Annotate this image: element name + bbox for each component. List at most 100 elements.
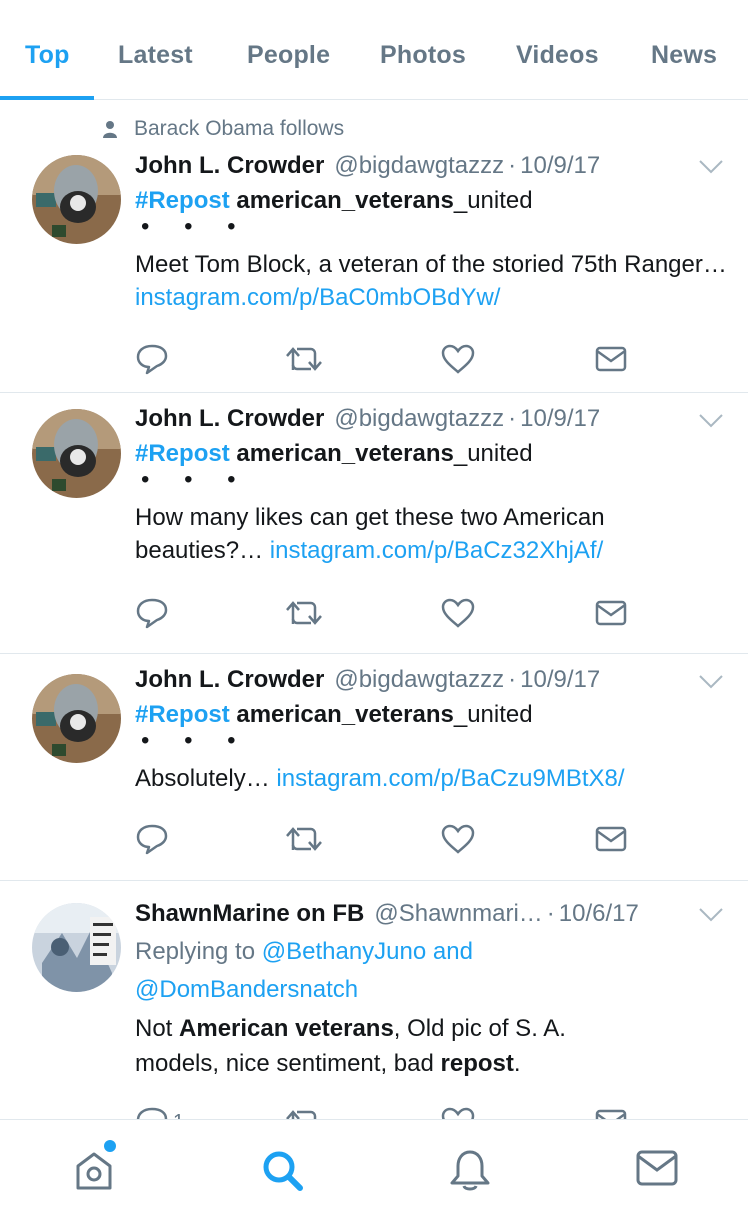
chevron-down-icon[interactable] [698,413,724,429]
retweet-icon [286,347,322,371]
tweet-link[interactable]: instagram.com/p/BaCzu9MBtX8/ [276,765,624,792]
ellipsis-dots: • • • [141,727,250,754]
chevron-down-icon[interactable] [698,674,724,690]
messages-icon [636,1150,678,1186]
messages-tab[interactable] [635,1148,679,1193]
reply-icon [136,598,168,629]
author-name[interactable]: ShawnMarine on FB [135,899,364,929]
tweet-body: How many likes can get these two America… [135,504,605,564]
ellipsis-dots: • • • [141,213,250,240]
envelope-icon [595,346,627,372]
tweet-body: Meet Tom Block, a veteran of the storied… [135,251,727,311]
hashtag-link[interactable]: #Repost [135,440,230,467]
person-icon [103,121,117,138]
envelope-icon [595,600,627,626]
reply-button[interactable] [135,342,169,376]
bell-icon [450,1150,490,1191]
author-handle[interactable]: @bigdawgtazzz [334,665,504,695]
reply-button[interactable] [135,596,169,630]
heart-icon [441,1107,475,1119]
like-button[interactable] [441,822,475,856]
tweet[interactable]: ShawnMarine on FB @Shawnmari… · 10/6/17 … [0,881,748,1119]
bottom-tab-bar [0,1119,748,1218]
tab-photos[interactable]: Photos [380,41,466,70]
dm-button[interactable] [595,342,627,376]
tweet-link[interactable]: instagram.com/p/BaCz32XhjAf/ [270,537,603,564]
notifications-tab[interactable] [448,1148,492,1197]
avatar[interactable] [32,409,121,498]
author-handle[interactable]: @bigdawgtazzz [334,404,504,434]
avatar[interactable] [32,155,121,244]
heart-icon [441,824,475,854]
tweet[interactable]: John L. Crowder @bigdawgtazzz · 10/9/17 … [0,654,748,881]
active-tab-indicator [0,96,94,100]
tab-videos[interactable]: Videos [516,41,599,70]
search-tabs: Top Latest People Photos Videos News [0,0,748,100]
chevron-down-icon[interactable] [698,159,724,175]
tweet-link[interactable]: instagram.com/p/BaC0mbOBdYw/ [135,284,500,311]
avatar[interactable] [32,674,121,763]
author-name[interactable]: John L. Crowder [135,665,324,695]
retweet-icon [286,827,322,851]
tweet-actions [135,822,635,856]
search-icon [263,1151,303,1191]
home-icon [76,1152,112,1190]
reply-button[interactable] [135,822,169,856]
tweet-header: John L. Crowder @bigdawgtazzz · 10/9/17 [135,151,601,181]
author-handle[interactable]: @bigdawgtazzz [334,151,504,181]
mention-link[interactable]: @DomBandersnatch [135,976,358,1003]
tweet-body: Absolutely… instagram.com/p/BaCzu9MBtX8/ [135,765,625,792]
ellipsis-dots: • • • [141,466,250,493]
retweet-button[interactable] [285,822,323,856]
like-button[interactable] [441,342,475,376]
tab-latest[interactable]: Latest [118,41,193,70]
tweet[interactable]: John L. Crowder @bigdawgtazzz · 10/9/17 … [0,393,748,654]
tweet-date[interactable]: 10/6/17 [559,899,639,929]
replying-to: Replying to @BethanyJuno and @DomBanders… [135,938,473,1003]
dm-button[interactable] [595,1105,627,1119]
tweet-date[interactable]: 10/9/17 [520,404,600,434]
retweet-icon [286,601,322,625]
tweet-header: John L. Crowder @bigdawgtazzz · 10/9/17 [135,404,601,434]
retweet-button[interactable] [285,596,323,630]
social-context-text: Barack Obama follows [134,117,345,140]
tweet-header: John L. Crowder @bigdawgtazzz · 10/9/17 [135,665,601,695]
author-handle[interactable]: @Shawnmari… [374,899,542,929]
tweet-actions [135,596,635,630]
retweet-icon [286,1110,317,1119]
heart-icon [441,344,475,374]
reply-count: 1 [173,1111,184,1120]
notification-dot [104,1140,116,1152]
mention-link[interactable]: @BethanyJuno [262,938,426,965]
hashtag-link[interactable]: #Repost [135,701,230,728]
tweet-date[interactable]: 10/9/17 [520,151,600,181]
hashtag-link[interactable]: #Repost [135,187,230,214]
tweet-actions [135,342,635,376]
tab-top[interactable]: Top [25,41,70,70]
reply-button[interactable]: 1 [135,1105,184,1119]
like-button[interactable] [441,1105,475,1119]
tweet[interactable]: Barack Obama follows John L. Crowder @bi… [0,101,748,393]
reply-icon [136,824,168,855]
search-results-feed: Barack Obama follows John L. Crowder @bi… [0,101,748,1119]
dm-button[interactable] [595,822,627,856]
home-tab[interactable] [72,1148,116,1197]
author-name[interactable]: John L. Crowder [135,151,324,181]
tweet-date[interactable]: 10/9/17 [520,665,600,695]
search-tab[interactable] [260,1148,304,1197]
tweet-body: Not American veterans, Old pic of S. A. … [135,1015,566,1077]
retweet-button[interactable] [285,1105,323,1119]
tab-people[interactable]: People [247,41,330,70]
chevron-down-icon[interactable] [698,907,724,923]
envelope-icon [595,826,627,852]
like-button[interactable] [441,596,475,630]
reply-icon [136,1107,168,1119]
avatar[interactable] [32,903,121,992]
retweet-button[interactable] [285,342,323,376]
envelope-icon [595,1109,627,1119]
author-name[interactable]: John L. Crowder [135,404,324,434]
dm-button[interactable] [595,596,627,630]
tweet-actions: 1 [135,1105,635,1119]
tab-news[interactable]: News [651,41,717,70]
heart-icon [441,598,475,628]
